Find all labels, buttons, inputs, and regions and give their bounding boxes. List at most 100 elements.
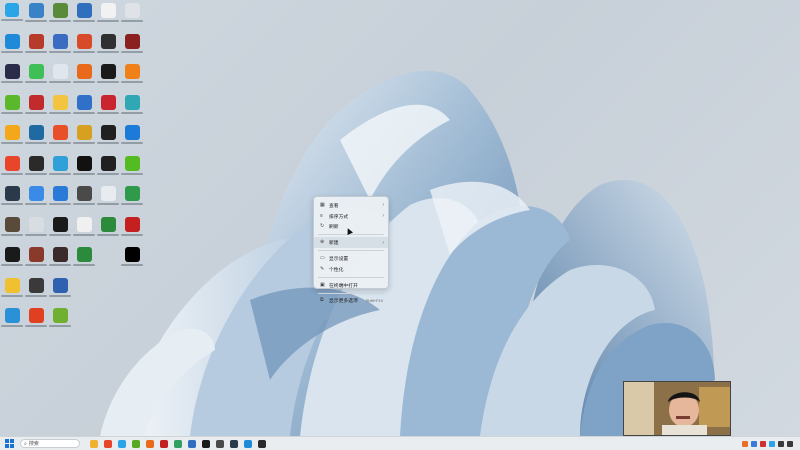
desktop-shortcut-icon[interactable] bbox=[120, 214, 144, 244]
desktop-shortcut-icon[interactable] bbox=[72, 183, 96, 213]
desktop-shortcut-icon[interactable] bbox=[0, 244, 24, 274]
desktop-shortcut-icon[interactable] bbox=[0, 0, 24, 30]
menu-item-open-terminal[interactable]: ▣ 在终端中打开 bbox=[314, 280, 388, 291]
icon-caption bbox=[121, 50, 143, 53]
desktop-shortcut-icon[interactable] bbox=[72, 122, 96, 152]
menu-item-show-more-options[interactable]: ⧉ 显示更多选项 Shift+F10 bbox=[314, 296, 388, 307]
taskbar-app-icon[interactable] bbox=[230, 439, 238, 448]
taskbar-search-box[interactable]: ⌕ 搜索 bbox=[20, 439, 80, 448]
desktop-shortcut-icon[interactable] bbox=[120, 31, 144, 61]
desktop-shortcut-icon[interactable] bbox=[24, 275, 48, 305]
desktop-shortcut-icon[interactable] bbox=[0, 305, 24, 335]
desktop-shortcut-icon[interactable] bbox=[72, 214, 96, 244]
wifi-icon[interactable] bbox=[778, 441, 784, 447]
desktop-shortcut-icon[interactable] bbox=[72, 153, 96, 183]
taskbar-app-icon[interactable] bbox=[188, 439, 196, 448]
taskbar-app-icon[interactable] bbox=[132, 439, 140, 448]
desktop-shortcut-icon[interactable] bbox=[24, 122, 48, 152]
start-button[interactable] bbox=[5, 439, 14, 448]
desktop-shortcut-icon[interactable] bbox=[72, 92, 96, 122]
desktop-shortcut-icon[interactable] bbox=[72, 0, 96, 30]
desktop-shortcut-icon[interactable] bbox=[96, 153, 120, 183]
desktop-shortcut-icon[interactable] bbox=[72, 275, 96, 305]
desktop-shortcut-icon[interactable] bbox=[96, 275, 120, 305]
desktop-shortcut-icon[interactable] bbox=[48, 61, 72, 91]
desktop-shortcut-icon[interactable] bbox=[96, 305, 120, 335]
desktop-shortcut-icon[interactable] bbox=[120, 153, 144, 183]
desktop-shortcut-icon[interactable] bbox=[72, 305, 96, 335]
app-icon bbox=[28, 94, 44, 110]
desktop-shortcut-icon[interactable] bbox=[0, 214, 24, 244]
taskbar-app-icon[interactable] bbox=[146, 439, 154, 448]
desktop-shortcut-icon[interactable] bbox=[24, 244, 48, 274]
desktop-shortcut-icon[interactable] bbox=[24, 214, 48, 244]
menu-item-display-settings[interactable]: ▭ 显示设置 bbox=[314, 253, 388, 264]
desktop-shortcut-icon[interactable] bbox=[0, 92, 24, 122]
desktop-shortcut-icon[interactable] bbox=[96, 183, 120, 213]
desktop-shortcut-icon[interactable] bbox=[96, 244, 120, 274]
tray-app-icon[interactable] bbox=[742, 441, 748, 447]
menu-item-view[interactable]: ▦ 查看 › bbox=[314, 200, 388, 211]
desktop-shortcut-icon[interactable] bbox=[48, 122, 72, 152]
menu-item-sort-by[interactable]: ≡ 排序方式 › bbox=[314, 211, 388, 222]
desktop-shortcut-icon[interactable] bbox=[48, 153, 72, 183]
taskbar-app-icon[interactable] bbox=[202, 439, 210, 448]
desktop-shortcut-icon[interactable] bbox=[96, 31, 120, 61]
desktop-shortcut-icon[interactable] bbox=[120, 183, 144, 213]
desktop-shortcut-icon[interactable] bbox=[72, 61, 96, 91]
desktop-shortcut-icon[interactable] bbox=[24, 0, 48, 30]
taskbar-app-icon[interactable] bbox=[104, 439, 112, 448]
desktop-shortcut-icon[interactable] bbox=[24, 61, 48, 91]
icon-caption bbox=[25, 264, 47, 266]
desktop-shortcut-icon[interactable] bbox=[0, 275, 24, 305]
icon-caption bbox=[25, 20, 47, 22]
app-icon bbox=[125, 278, 140, 293]
desktop-shortcut-icon[interactable] bbox=[96, 122, 120, 152]
desktop-shortcut-icon[interactable] bbox=[0, 31, 24, 61]
icon-caption bbox=[25, 142, 47, 144]
desktop-shortcut-icon[interactable] bbox=[24, 183, 48, 213]
desktop-shortcut-icon[interactable] bbox=[48, 31, 72, 61]
taskbar-app-icon[interactable] bbox=[118, 439, 126, 448]
taskbar-app-icon[interactable] bbox=[174, 439, 182, 448]
desktop-shortcut-icon[interactable] bbox=[120, 92, 144, 122]
desktop-shortcut-icon[interactable] bbox=[48, 305, 72, 335]
desktop-shortcut-icon[interactable] bbox=[48, 244, 72, 274]
desktop-shortcut-icon[interactable] bbox=[96, 0, 120, 30]
taskbar-app-icon[interactable] bbox=[258, 439, 266, 448]
desktop-shortcut-icon[interactable] bbox=[48, 214, 72, 244]
menu-item-personalize[interactable]: ✎ 个性化 bbox=[314, 264, 388, 275]
desktop-shortcut-icon[interactable] bbox=[24, 31, 48, 61]
desktop-shortcut-icon[interactable] bbox=[96, 92, 120, 122]
desktop-shortcut-icon[interactable] bbox=[120, 61, 144, 91]
volume-icon[interactable] bbox=[787, 441, 793, 447]
desktop-shortcut-icon[interactable] bbox=[120, 0, 144, 30]
taskbar-app-icon[interactable] bbox=[216, 439, 224, 448]
desktop-shortcut-icon[interactable] bbox=[0, 61, 24, 91]
tray-app-icon[interactable] bbox=[760, 441, 766, 447]
desktop-shortcut-icon[interactable] bbox=[48, 92, 72, 122]
desktop-shortcut-icon[interactable] bbox=[0, 183, 24, 213]
taskbar-app-icon[interactable] bbox=[160, 439, 168, 448]
taskbar-app-icon[interactable] bbox=[90, 439, 98, 448]
desktop-shortcut-icon[interactable] bbox=[0, 122, 24, 152]
taskbar-app-icon[interactable] bbox=[244, 439, 252, 448]
desktop-shortcut-icon[interactable] bbox=[0, 153, 24, 183]
desktop-shortcut-icon[interactable] bbox=[48, 275, 72, 305]
desktop-shortcut-icon[interactable] bbox=[96, 214, 120, 244]
desktop-shortcut-icon[interactable] bbox=[48, 183, 72, 213]
desktop-shortcut-icon[interactable] bbox=[120, 244, 144, 274]
desktop-shortcut-icon[interactable] bbox=[24, 92, 48, 122]
desktop-shortcut-icon[interactable] bbox=[24, 305, 48, 335]
desktop-shortcut-icon[interactable] bbox=[120, 122, 144, 152]
desktop-shortcut-icon[interactable] bbox=[120, 305, 144, 335]
desktop-shortcut-icon[interactable] bbox=[72, 244, 96, 274]
desktop-shortcut-icon[interactable] bbox=[48, 0, 72, 30]
tray-app-icon[interactable] bbox=[751, 441, 757, 447]
desktop-shortcut-icon[interactable] bbox=[72, 31, 96, 61]
desktop-shortcut-icon[interactable] bbox=[24, 153, 48, 183]
tray-app-icon[interactable] bbox=[769, 441, 775, 447]
menu-item-new[interactable]: ⊕ 新建 › bbox=[314, 237, 388, 249]
desktop-shortcut-icon[interactable] bbox=[120, 275, 144, 305]
desktop-shortcut-icon[interactable] bbox=[96, 61, 120, 91]
